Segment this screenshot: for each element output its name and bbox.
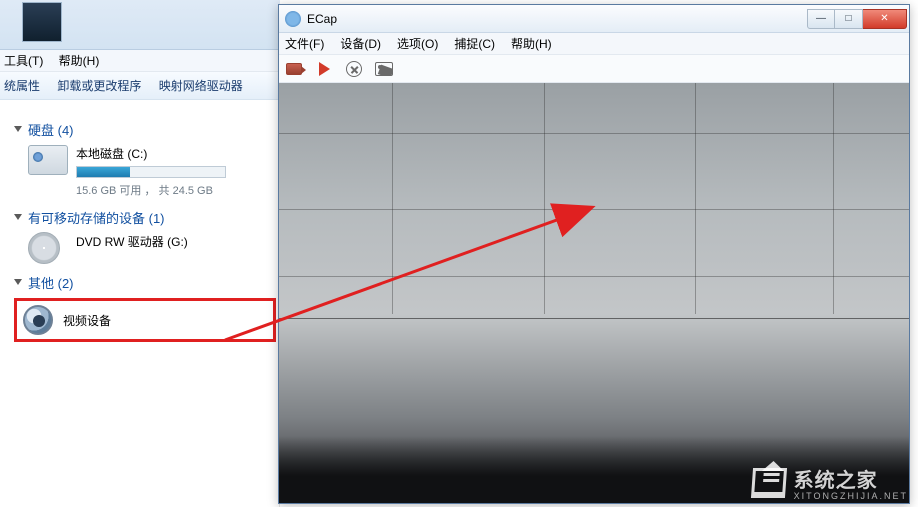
group-label: 有可移动存储的设备 (1): [28, 208, 165, 227]
window-controls: — □ ✕: [807, 9, 907, 29]
ecap-title: ECap: [307, 12, 807, 26]
header-thumbnail: [22, 2, 62, 42]
explorer-menubar: 工具(T) 帮助(H): [0, 50, 280, 72]
explorer-commandbar: 统属性 卸载或更改程序 映射网络驱动器: [0, 72, 280, 100]
camera-icon[interactable]: [285, 60, 303, 78]
watermark-logo-icon: [751, 468, 787, 498]
stop-icon[interactable]: [345, 60, 363, 78]
video-frame: [279, 83, 909, 503]
menu-help[interactable]: 帮助(H): [511, 35, 552, 52]
video-device-item-highlighted[interactable]: 视频设备: [14, 298, 276, 342]
menu-options[interactable]: 选项(O): [397, 35, 438, 52]
cmd-system-properties[interactable]: 统属性: [4, 79, 40, 93]
ecap-window: ECap — □ ✕ 文件(F) 设备(D) 选项(O) 捕捉(C) 帮助(H): [278, 4, 910, 504]
ecap-toolbar: [279, 55, 909, 83]
explorer-body: 硬盘 (4) 本地磁盘 (C:) 15.6 GB 可用 ， 共 24.5 GB …: [0, 100, 280, 507]
capacity-fill: [77, 167, 130, 177]
menu-file[interactable]: 文件(F): [285, 35, 324, 52]
chevron-down-icon: [14, 126, 22, 132]
group-removable[interactable]: 有可移动存储的设备 (1): [14, 208, 278, 227]
snapshot-icon[interactable]: [375, 60, 393, 78]
drive-name: 本地磁盘 (C:): [76, 145, 226, 162]
watermark-text: 系统之家 XITONGZHIJIA.NET: [794, 464, 908, 501]
dvd-drive-item[interactable]: DVD RW 驱动器 (G:): [28, 233, 278, 263]
menu-tools[interactable]: 工具(T): [4, 54, 43, 68]
hdd-icon: [28, 145, 68, 175]
capacity-bar: [76, 166, 226, 178]
close-button[interactable]: ✕: [863, 9, 907, 29]
chevron-down-icon: [14, 214, 22, 220]
minimize-button[interactable]: —: [807, 9, 835, 29]
cmd-map-network-drive[interactable]: 映射网络驱动器: [159, 79, 243, 93]
watermark: 系统之家 XITONGZHIJIA.NET: [752, 464, 908, 501]
explorer-window: 工具(T) 帮助(H) 统属性 卸载或更改程序 映射网络驱动器 硬盘 (4) 本…: [0, 0, 280, 507]
menu-device[interactable]: 设备(D): [340, 35, 381, 52]
group-other[interactable]: 其他 (2): [14, 273, 278, 292]
cmd-uninstall-program[interactable]: 卸载或更改程序: [57, 79, 141, 93]
ecap-titlebar[interactable]: ECap — □ ✕: [279, 5, 909, 33]
ecap-video-viewport: [279, 83, 909, 503]
drive-text: 本地磁盘 (C:) 15.6 GB 可用 ， 共 24.5 GB: [76, 145, 226, 198]
webcam-icon: [23, 305, 53, 335]
ecap-app-icon: [285, 11, 301, 27]
menu-help[interactable]: 帮助(H): [59, 54, 100, 68]
group-label: 其他 (2): [28, 273, 74, 292]
watermark-url: XITONGZHIJIA.NET: [794, 491, 908, 501]
menu-capture[interactable]: 捕捉(C): [454, 35, 495, 52]
watermark-title: 系统之家: [794, 464, 908, 493]
explorer-header: [0, 0, 280, 50]
maximize-button[interactable]: □: [835, 9, 863, 29]
group-hard-disk[interactable]: 硬盘 (4): [14, 120, 278, 139]
group-label: 硬盘 (4): [28, 120, 74, 139]
drive-text: DVD RW 驱动器 (G:): [76, 233, 188, 254]
video-device-label: 视频设备: [63, 312, 111, 329]
record-icon[interactable]: [315, 60, 333, 78]
ecap-menubar: 文件(F) 设备(D) 选项(O) 捕捉(C) 帮助(H): [279, 33, 909, 55]
local-disk-item[interactable]: 本地磁盘 (C:) 15.6 GB 可用 ， 共 24.5 GB: [28, 145, 278, 198]
drive-capacity-text: 15.6 GB 可用 ， 共 24.5 GB: [76, 182, 226, 198]
drive-name: DVD RW 驱动器 (G:): [76, 233, 188, 250]
chevron-down-icon: [14, 279, 22, 285]
dvd-icon: [28, 233, 68, 263]
